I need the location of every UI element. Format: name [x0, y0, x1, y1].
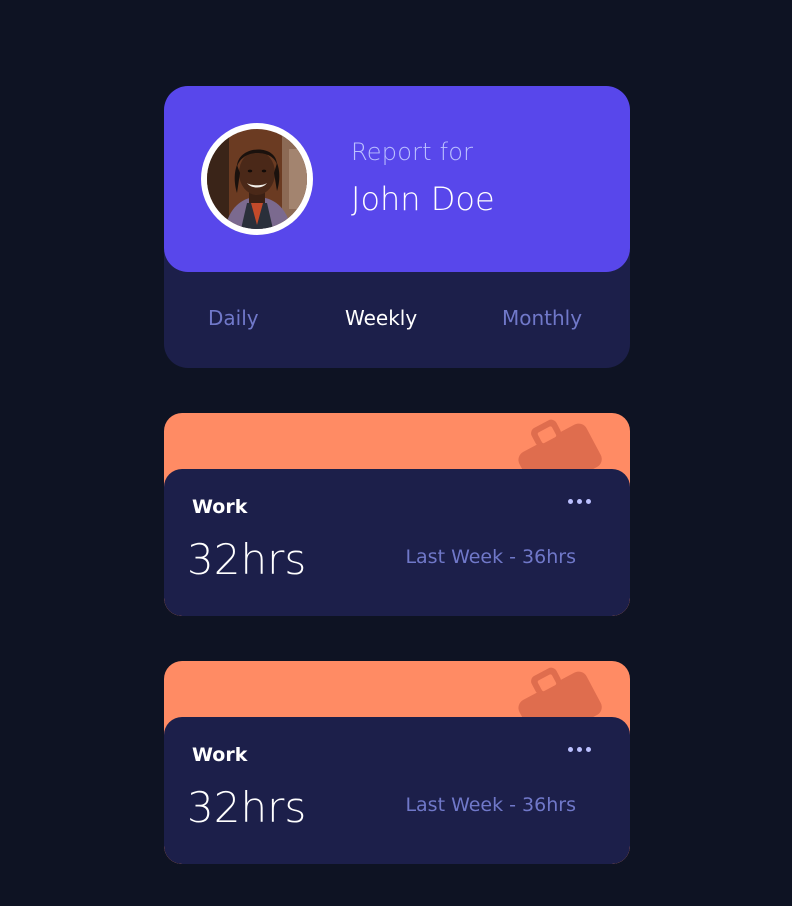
ellipsis-icon[interactable] — [568, 744, 592, 756]
activity-details: Work 32hrs Last Week - 36hrs — [164, 469, 630, 616]
activity-current-hours: 32hrs — [187, 783, 307, 832]
avatar-photo — [207, 129, 307, 229]
tab-weekly[interactable]: Weekly — [345, 306, 417, 330]
tab-monthly[interactable]: Monthly — [502, 306, 582, 330]
ellipsis-icon[interactable] — [568, 496, 592, 508]
avatar — [201, 123, 313, 235]
activity-details: Work 32hrs Last Week - 36hrs — [164, 717, 630, 864]
activity-previous-hours: Last Week - 36hrs — [405, 546, 576, 568]
activity-previous-hours: Last Week - 36hrs — [405, 794, 576, 816]
activity-title: Work — [192, 744, 248, 766]
profile-header: Report for John Doe — [164, 86, 630, 272]
activity-card-work: Work 32hrs Last Week - 36hrs — [164, 661, 630, 864]
tab-daily[interactable]: Daily — [208, 306, 259, 330]
activity-current-hours: 32hrs — [187, 535, 307, 584]
activity-card-work: Work 32hrs Last Week - 36hrs — [164, 413, 630, 616]
activity-title: Work — [192, 496, 248, 518]
profile-card: Report for John Doe Daily Weekly Monthly — [164, 86, 630, 368]
user-name: John Doe — [351, 180, 495, 218]
report-for-label: Report for — [351, 138, 474, 166]
